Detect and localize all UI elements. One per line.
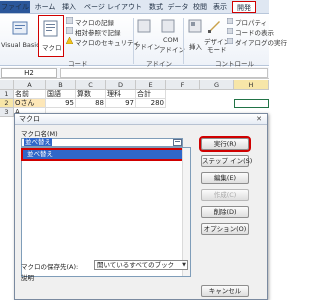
com-addin-label-2[interactable]: アドイン <box>159 44 185 54</box>
delete-button[interactable]: 削除(D) <box>201 206 249 218</box>
addin-icon <box>137 19 151 35</box>
table-cell[interactable]: 国語 <box>46 90 76 99</box>
row-header[interactable]: 2 <box>0 99 14 108</box>
column-header[interactable]: H <box>234 80 269 90</box>
macro-name-value: 並べ替え <box>24 138 52 146</box>
table-cell[interactable]: 算数 <box>76 90 106 99</box>
tab-formulas[interactable]: 数式 <box>146 1 166 13</box>
list-scrollbar[interactable] <box>182 148 190 276</box>
row-header[interactable]: 1 <box>0 90 14 99</box>
insert-control-icon <box>188 19 202 35</box>
macro-name-input[interactable]: 並べ替え <box>21 138 183 147</box>
column-header[interactable]: F <box>166 80 200 90</box>
design-mode-icon <box>207 19 221 35</box>
name-box[interactable]: H2 <box>1 68 57 78</box>
tab-home[interactable]: ホーム <box>32 1 58 13</box>
properties-button[interactable]: プロパティ <box>235 17 267 27</box>
selected-cell[interactable] <box>234 99 269 108</box>
visual-basic-button[interactable]: Visual Basic <box>1 41 40 49</box>
relative-ref-button[interactable]: 相対参照で記録 <box>75 27 121 37</box>
close-icon[interactable]: ✕ <box>253 115 265 124</box>
dialog-title: マクロ <box>15 114 267 125</box>
macro-button[interactable]: マクロ <box>38 15 64 57</box>
macro-icon <box>43 20 59 40</box>
com-addin-label-1[interactable]: COM <box>163 36 178 44</box>
table-cell[interactable]: 95 <box>46 99 76 108</box>
tab-insert[interactable]: 挿入 <box>58 1 80 13</box>
options-button[interactable]: オプション(O) <box>201 223 249 235</box>
edit-button[interactable]: 編集(E) <box>201 172 249 184</box>
insert-control-button[interactable]: 挿入 <box>189 41 202 51</box>
column-header[interactable]: C <box>76 80 106 90</box>
table-cell[interactable]: 88 <box>76 99 106 108</box>
macro-dialog: マクロ ✕ マクロ名(M) 並べ替え 並べ替え 実行(R) ステップ イン(S)… <box>14 113 268 300</box>
tab-data[interactable]: データ <box>166 1 190 13</box>
description-label: 説明 <box>21 274 34 282</box>
column-header[interactable]: G <box>200 80 234 90</box>
addin-button[interactable]: アドイン <box>134 41 160 51</box>
macro-list[interactable]: 並べ替え <box>21 147 191 277</box>
ribbon-developer: Visual Basic マクロ マクロの記録 相対参照で記録 マクロのセキュリ… <box>0 14 287 68</box>
ribbon-separator <box>183 18 184 64</box>
store-dropdown[interactable]: 開いているすべてのブック ▼ <box>94 260 188 270</box>
table-cell[interactable]: 理科 <box>106 90 136 99</box>
formula-input[interactable] <box>60 68 268 78</box>
tab-view[interactable]: 表示 <box>210 1 230 13</box>
view-code-icon <box>226 27 234 36</box>
ribbon-tab-bar: ファイル ホーム 挿入 ページ レイアウト 数式 データ 校閲 表示 開発 <box>0 0 269 14</box>
warning-icon <box>65 36 74 46</box>
column-header[interactable]: B <box>46 80 76 90</box>
run-dialog-button[interactable]: ダイアログの実行 <box>235 37 287 47</box>
column-header[interactable]: E <box>136 80 166 90</box>
tab-review[interactable]: 校閲 <box>190 1 210 13</box>
list-item[interactable]: 並べ替え <box>21 148 185 161</box>
table-cell[interactable]: 合計 <box>136 90 166 99</box>
table-cell[interactable]: Oさん <box>14 99 46 108</box>
properties-icon <box>226 17 234 26</box>
store-value: 開いているすべてのブック <box>97 261 175 269</box>
visual-basic-icon <box>12 20 28 38</box>
select-all-corner[interactable] <box>0 80 14 90</box>
relative-ref-icon <box>65 26 74 36</box>
range-select-icon[interactable] <box>173 139 182 146</box>
chevron-down-icon: ▼ <box>182 262 186 268</box>
com-addin-icon <box>161 19 175 35</box>
macro-security-button[interactable]: マクロのセキュリティ <box>75 37 140 47</box>
tab-developer[interactable]: 開発 <box>232 1 256 13</box>
table-cell[interactable]: 280 <box>136 99 166 108</box>
step-in-button[interactable]: ステップ イン(S) <box>201 155 252 167</box>
view-code-button[interactable]: コードの表示 <box>235 27 274 37</box>
record-macro-button[interactable]: マクロの記録 <box>75 17 114 27</box>
run-dialog-icon <box>226 37 234 46</box>
column-header[interactable]: D <box>106 80 136 90</box>
macro-name-label: マクロ名(M) <box>21 130 58 138</box>
table-cell[interactable]: 97 <box>106 99 136 108</box>
table-cell[interactable]: 名前 <box>14 90 46 99</box>
record-macro-icon <box>65 16 74 26</box>
cancel-button[interactable]: キャンセル <box>201 285 249 297</box>
store-label: マクロの保存先(A): <box>21 263 79 271</box>
column-header[interactable]: A <box>14 80 46 90</box>
macro-label: マクロ <box>42 44 62 52</box>
tab-file[interactable]: ファイル <box>0 1 30 13</box>
create-button[interactable]: 作成(C) <box>201 189 249 201</box>
design-mode-label-2[interactable]: モード <box>207 44 227 54</box>
row-header[interactable]: 3 <box>0 108 14 117</box>
formula-bar: H2 <box>0 67 269 79</box>
run-button[interactable]: 実行(R) <box>199 136 251 152</box>
tab-page-layout[interactable]: ページ レイアウト <box>80 1 146 13</box>
